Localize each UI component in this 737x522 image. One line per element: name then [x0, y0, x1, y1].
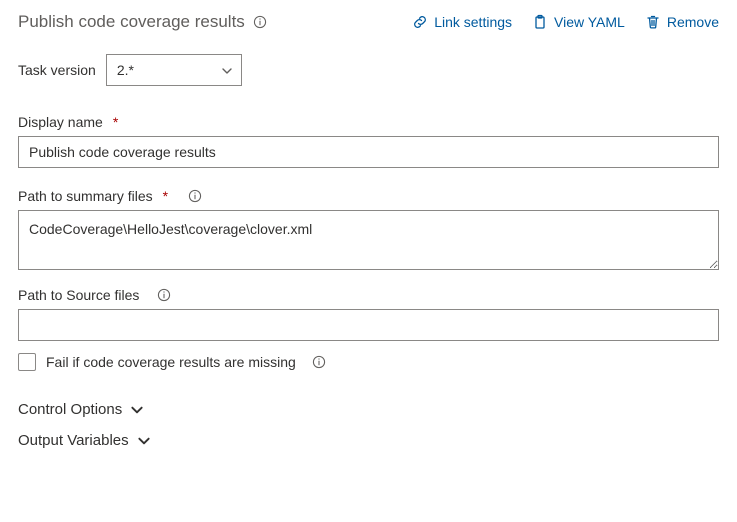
link-settings-button[interactable]: Link settings [412, 14, 512, 30]
trash-icon [645, 14, 661, 30]
clipboard-icon [532, 14, 548, 30]
info-icon[interactable] [312, 355, 326, 369]
link-icon [412, 14, 428, 30]
display-name-input[interactable] [18, 136, 719, 168]
source-files-label-row: Path to Source files [18, 287, 719, 303]
fail-if-missing-row: Fail if code coverage results are missin… [18, 353, 719, 371]
summary-files-label: Path to summary files [18, 188, 153, 204]
chevron-down-icon [221, 64, 233, 76]
summary-files-input[interactable] [18, 210, 719, 270]
task-version-row: Task version 2.* [18, 54, 719, 86]
info-icon[interactable] [157, 288, 171, 302]
panel-header: Publish code coverage results Link setti… [18, 12, 719, 32]
view-yaml-button[interactable]: View YAML [532, 14, 625, 30]
remove-button[interactable]: Remove [645, 14, 719, 30]
task-version-label: Task version [18, 62, 96, 78]
display-name-label: Display name [18, 114, 103, 130]
task-title: Publish code coverage results [18, 12, 245, 32]
output-variables-section-header[interactable]: Output Variables [18, 428, 719, 453]
header-actions: Link settings View YAML [412, 14, 719, 30]
summary-files-label-row: Path to summary files * [18, 188, 719, 204]
display-name-section: Display name * [18, 114, 719, 168]
task-editor-panel: Publish code coverage results Link setti… [0, 0, 737, 477]
remove-label: Remove [667, 14, 719, 30]
fail-if-missing-label: Fail if code coverage results are missin… [46, 354, 296, 370]
output-variables-label: Output Variables [18, 432, 129, 449]
summary-files-section: Path to summary files * [18, 188, 719, 273]
display-name-label-row: Display name * [18, 114, 719, 130]
source-files-section: Path to Source files [18, 287, 719, 341]
task-version-value: 2.* [117, 62, 134, 78]
view-yaml-label: View YAML [554, 14, 625, 30]
source-files-input[interactable] [18, 309, 719, 341]
fail-if-missing-checkbox[interactable] [18, 353, 36, 371]
control-options-label: Control Options [18, 401, 122, 418]
chevron-down-icon [130, 403, 144, 417]
control-options-section-header[interactable]: Control Options [18, 397, 719, 422]
info-icon[interactable] [188, 189, 202, 203]
task-version-select[interactable]: 2.* [106, 54, 242, 86]
required-marker: * [163, 188, 168, 204]
source-files-label: Path to Source files [18, 287, 139, 303]
required-marker: * [113, 114, 118, 130]
info-icon[interactable] [253, 15, 267, 29]
chevron-down-icon [137, 434, 151, 448]
link-settings-label: Link settings [434, 14, 512, 30]
